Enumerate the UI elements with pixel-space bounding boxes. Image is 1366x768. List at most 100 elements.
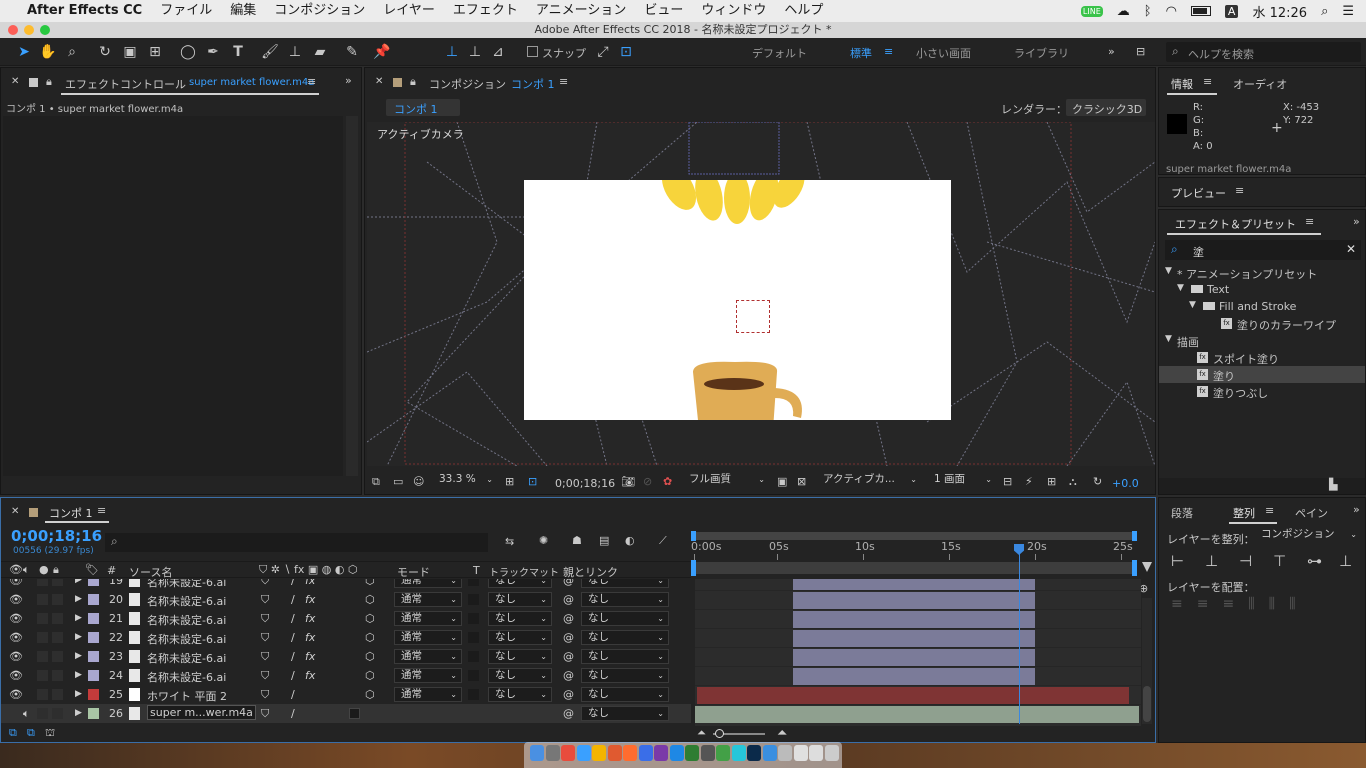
preserve-transparency-box[interactable]	[468, 594, 479, 605]
effects-switch-icon[interactable]: fx	[305, 631, 315, 644]
expand-layer-icon[interactable]: ▶	[75, 708, 82, 718]
3d-layer-icon[interactable]: ⬡	[365, 593, 375, 606]
navigator-start-handle[interactable]	[691, 560, 696, 576]
expand-layer-icon[interactable]: ▶	[75, 689, 82, 699]
3d-layer-icon[interactable]: ⬡	[365, 612, 375, 625]
menu-help[interactable]: ヘルプ	[775, 0, 832, 22]
pick-whip-icon[interactable]: @	[563, 612, 574, 625]
rotate-tool-icon[interactable]: ↻	[95, 42, 115, 62]
clock[interactable]: 水 12:26	[1252, 2, 1307, 21]
preserve-transparency-box[interactable]	[468, 579, 479, 586]
more-workspaces-icon[interactable]: »	[1108, 45, 1115, 58]
notification-center-icon[interactable]: ☰	[1342, 4, 1354, 19]
preview-title[interactable]: プレビュー	[1171, 185, 1226, 201]
header-source-name[interactable]: ソース名	[129, 564, 172, 580]
pick-whip-icon[interactable]: @	[563, 631, 574, 644]
transfer-controls-toggle-icon[interactable]: ⧉	[27, 726, 35, 740]
comp-tab[interactable]: コンポ 1	[386, 99, 460, 116]
track-matte-dropdown[interactable]: なし ⌄	[488, 649, 552, 664]
align-top-icon[interactable]: ⊤	[1273, 552, 1286, 570]
3d-layer-icon[interactable]: ⬡	[365, 688, 375, 701]
expand-layer-icon[interactable]: ▶	[75, 651, 82, 661]
effects-presets-title[interactable]: エフェクト＆プリセット	[1175, 216, 1296, 232]
puppet-pin-tool-icon[interactable]: 📌	[372, 42, 392, 62]
quality-switch-icon[interactable]: ∕	[291, 612, 295, 625]
align-left-icon[interactable]: ⊢	[1171, 552, 1184, 570]
solo-box[interactable]	[37, 670, 48, 681]
track-matte-dropdown[interactable]: なし ⌄	[488, 630, 552, 645]
exposure-value[interactable]: +0.0	[1112, 477, 1139, 490]
app-menu[interactable]: After Effects CC	[18, 0, 151, 22]
paragraph-tab[interactable]: 段落	[1171, 505, 1193, 521]
frame-blending-icon[interactable]: ▤	[599, 534, 609, 547]
workspace-standard[interactable]: 標準	[850, 45, 872, 61]
video-eye-icon[interactable]: 👁︎	[9, 631, 23, 644]
selection-tool-icon[interactable]: ➤	[14, 42, 34, 62]
stretch-toggle-icon[interactable]: ⛫	[45, 726, 55, 741]
disclosure-triangle-icon[interactable]: ▼	[1165, 266, 1172, 276]
video-eye-icon[interactable]: 👁︎	[9, 650, 23, 663]
preserve-transparency-box[interactable]	[468, 632, 479, 643]
3d-layer-icon[interactable]: ⬡	[365, 579, 375, 587]
preserve-transparency-box[interactable]	[468, 613, 479, 624]
dock-app-icon[interactable]	[576, 745, 591, 761]
view-layout-dropdown[interactable]: 1 画面 ⌄	[928, 473, 996, 488]
effects-tree-item[interactable]: ▼ Fill and Stroke	[1159, 298, 1365, 315]
label-color-swatch[interactable]	[88, 670, 99, 681]
lock-icon[interactable]: 🔒︎	[46, 75, 52, 89]
composition-title[interactable]: コンポジション	[429, 76, 506, 92]
table-row[interactable]: 👁︎ ▶ 23 名称未設定-6.ai ⛉ ∕ fx ⬡ 通常 ⌄ なし ⌄ @ なし ⌄	[1, 647, 691, 666]
layer-duration-bar[interactable]	[793, 579, 1035, 590]
renderer-button[interactable]: クラシック3D	[1066, 99, 1146, 116]
pick-whip-icon[interactable]: @	[563, 669, 574, 682]
3d-layer-icon[interactable]: ⬡	[365, 650, 375, 663]
layer-name[interactable]: ホワイト 平面 2	[147, 688, 227, 704]
view-axis-icon[interactable]: ⊿	[488, 42, 508, 62]
effect-controls-file[interactable]: super market flower.m4a	[189, 77, 314, 88]
parent-dropdown[interactable]: なし ⌄	[581, 706, 669, 721]
layer-duration-bar[interactable]	[697, 687, 1129, 704]
label-color-swatch[interactable]	[88, 689, 99, 700]
workspace-small-screen[interactable]: 小さい画面	[916, 45, 971, 61]
shy-switch-icon[interactable]: ⛉	[261, 707, 269, 721]
menu-composition[interactable]: コンポジション	[265, 0, 374, 22]
workspace-menu-icon[interactable]: ≡	[884, 45, 893, 58]
close-panel-icon[interactable]: ✕	[375, 76, 383, 87]
expand-layer-icon[interactable]: ▶	[75, 579, 82, 585]
parent-dropdown[interactable]: なし ⌄	[581, 630, 669, 645]
paint-tab[interactable]: ペイン	[1295, 505, 1328, 521]
effects-tree-item[interactable]: fx スポイト塗り	[1159, 349, 1365, 366]
align-to-dropdown[interactable]: コンポジション ⌄	[1255, 528, 1361, 543]
menu-edit[interactable]: 編集	[221, 0, 265, 22]
always-preview-icon[interactable]: ⧉	[372, 475, 380, 489]
effects-search-field[interactable]: ⌕ 塗 ✕	[1165, 240, 1361, 260]
show-snapshot-icon[interactable]: ⊘	[643, 475, 652, 488]
panel-menu-icon[interactable]: ≡	[1203, 75, 1212, 88]
lock-box[interactable]	[52, 708, 63, 719]
expand-layer-icon[interactable]: ▶	[75, 594, 82, 604]
zoom-tool-icon[interactable]: ⌕	[62, 42, 82, 62]
timeline-icon[interactable]: ⊞	[1047, 475, 1056, 488]
video-switch-icon[interactable]: 👁︎	[9, 563, 23, 576]
blend-mode-dropdown[interactable]: 通常 ⌄	[394, 687, 462, 702]
align-tab[interactable]: 整列	[1233, 505, 1255, 521]
pick-whip-icon[interactable]: @	[563, 579, 574, 587]
anchor-box[interactable]	[736, 300, 770, 333]
layer-duration-bar[interactable]	[793, 592, 1035, 609]
parent-dropdown[interactable]: なし ⌄	[581, 592, 669, 607]
parent-dropdown[interactable]: なし ⌄	[581, 687, 669, 702]
close-panel-icon[interactable]: ✕	[11, 506, 19, 517]
blend-mode-dropdown[interactable]: 通常 ⌄	[394, 611, 462, 626]
effects-switch-icon[interactable]: fx	[305, 593, 315, 606]
layer-name[interactable]: 名称未設定-6.ai	[147, 593, 226, 609]
expand-layer-icon[interactable]: ▶	[75, 613, 82, 623]
video-eye-icon[interactable]: 👁︎	[9, 688, 23, 701]
blend-mode-dropdown[interactable]: 通常 ⌄	[394, 668, 462, 683]
layer-duration-bar[interactable]	[793, 611, 1035, 628]
safe-zones-icon[interactable]: ⊞	[505, 475, 514, 488]
timeline-search-field[interactable]: ⌕	[105, 533, 488, 552]
info-tab[interactable]: 情報	[1171, 76, 1193, 92]
panel-menu-icon[interactable]: ≡	[1265, 504, 1274, 517]
lock-box[interactable]	[52, 613, 63, 624]
clone-stamp-tool-icon[interactable]: ⊥	[285, 42, 305, 62]
